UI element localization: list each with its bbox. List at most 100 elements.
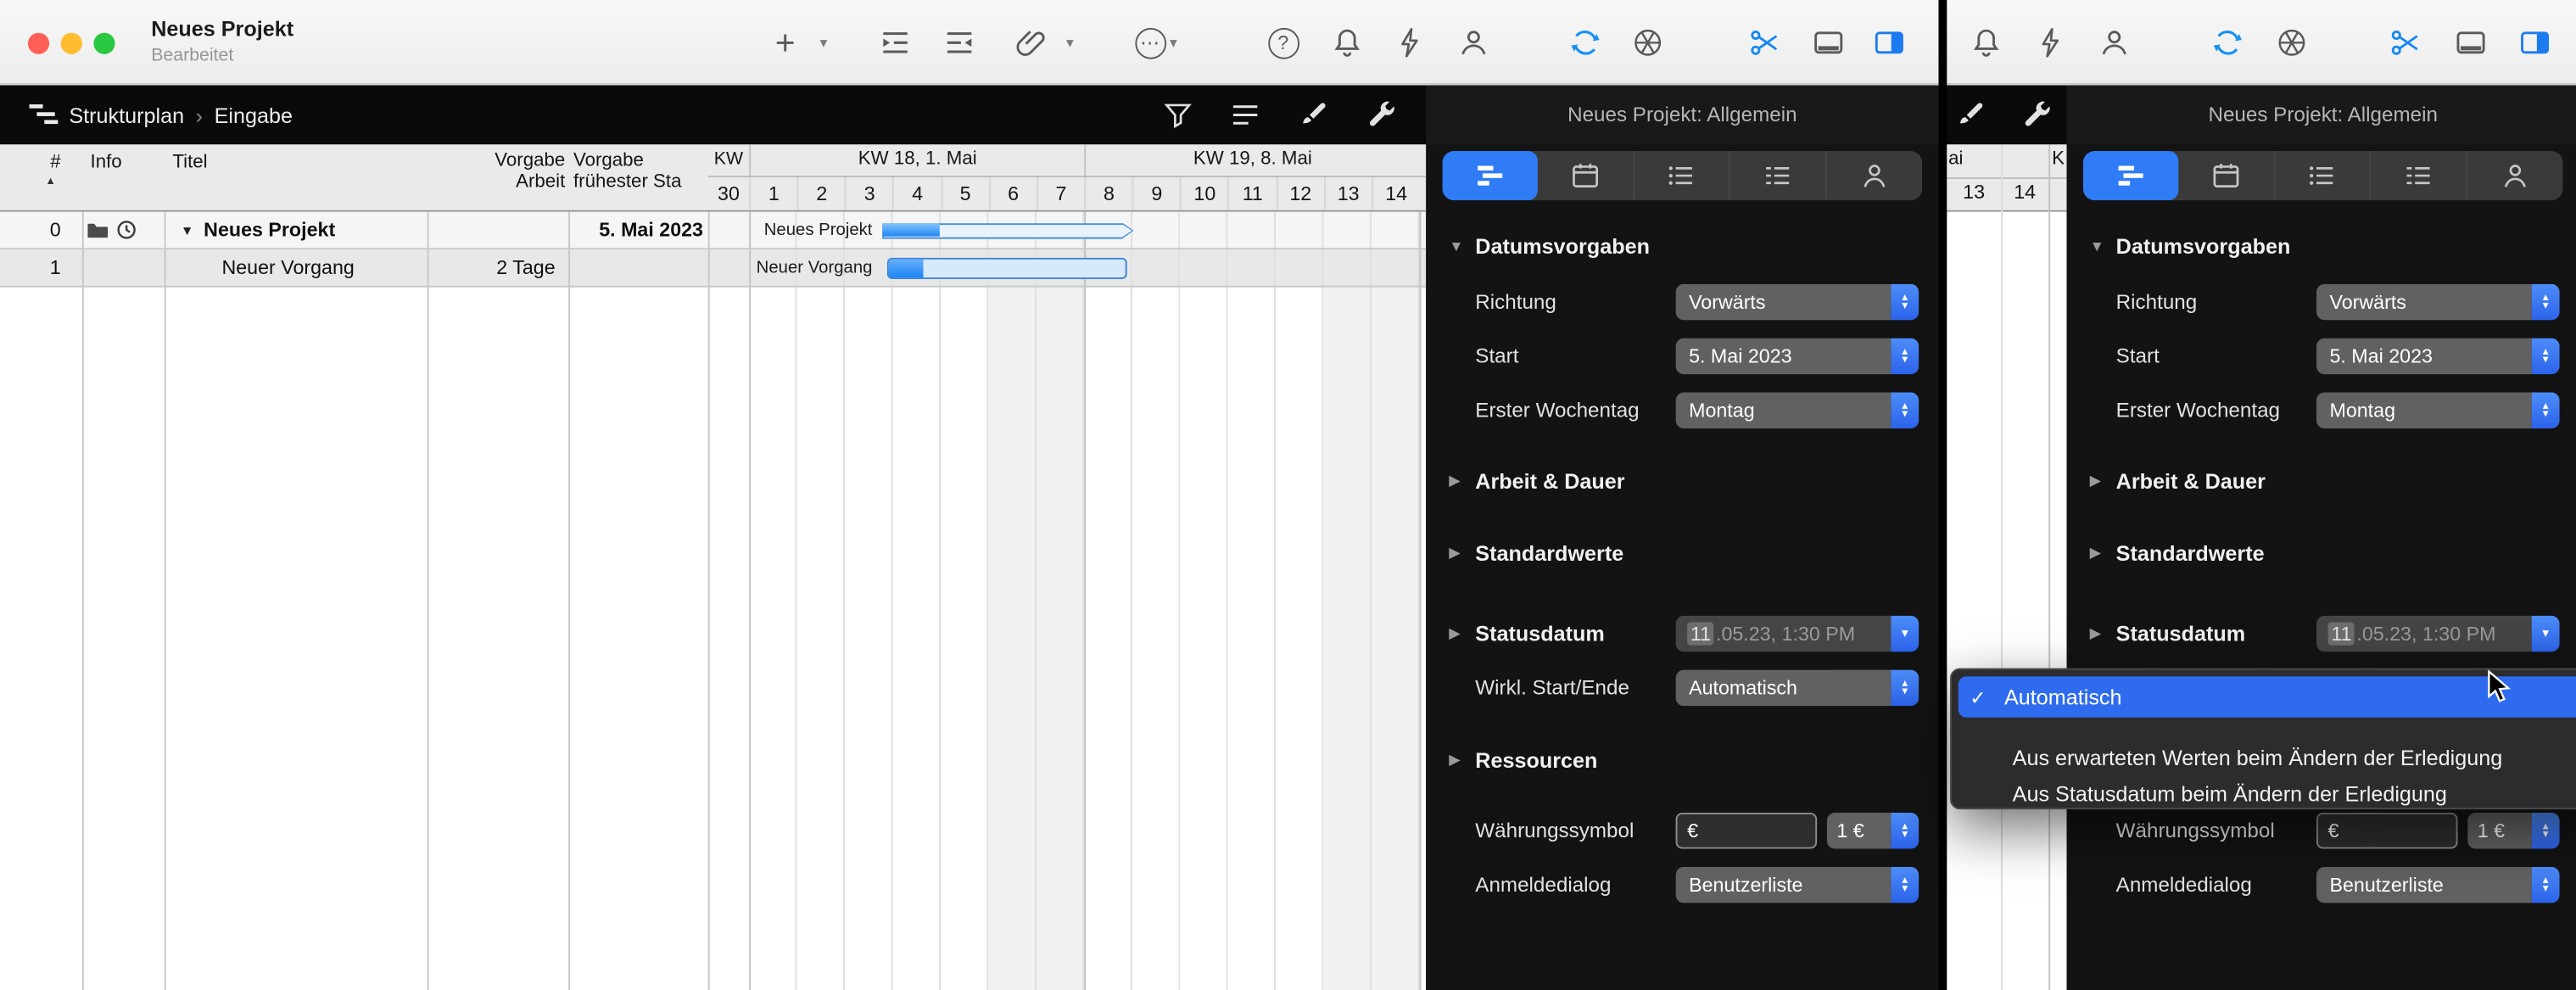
- tab-resources[interactable]: [2467, 151, 2563, 200]
- statusdatum-picker[interactable]: 11.05.23, 1:30 PM ▾: [2316, 616, 2560, 652]
- close-window-button[interactable]: [28, 33, 49, 54]
- section-datumsvorgaben[interactable]: ▼ Datumsvorgaben: [1426, 228, 1938, 265]
- tab-values[interactable]: [2370, 151, 2467, 200]
- tab-gantt-settings[interactable]: [1443, 151, 1538, 200]
- more-actions-button[interactable]: ⋯: [1129, 21, 1171, 64]
- row-number: 1: [0, 249, 82, 288]
- filter-button[interactable]: [1157, 93, 1199, 136]
- currency-stepper[interactable]: 1 € ▴▾: [1827, 813, 1919, 849]
- tab-list[interactable]: [1632, 151, 1729, 200]
- section-standardwerte[interactable]: ▶ Standardwerte: [2067, 535, 2576, 572]
- field-label: Währungssymbol: [1475, 819, 1634, 842]
- section-label: Arbeit & Dauer: [1475, 469, 1624, 494]
- tab-calendar[interactable]: [2178, 151, 2273, 200]
- anmeldedialog-dropdown[interactable]: Benutzerliste ▴▾: [1676, 867, 1919, 903]
- bottombar-toggle-button[interactable]: [2450, 21, 2492, 64]
- richtung-dropdown[interactable]: Vorwärts ▴▾: [1676, 284, 1919, 321]
- bottombar-toggle-button[interactable]: [1808, 21, 1850, 64]
- project-summary-bar[interactable]: [882, 222, 1133, 238]
- section-statusdatum[interactable]: ▶ Statusdatum 11.05.23, 1:30 PM ▾: [1426, 616, 1938, 652]
- user-button[interactable]: [2093, 21, 2136, 64]
- inspector-title: Neues Projekt: Allgemein: [1426, 86, 1938, 145]
- section-ressourcen[interactable]: ▶ Ressourcen: [1426, 742, 1938, 779]
- breadcrumb[interactable]: Strukturplan › Eingabe: [69, 86, 293, 145]
- constraint-start-date: 5. Mai 2023: [568, 212, 703, 250]
- inspector-toggle-button[interactable]: [2513, 21, 2556, 64]
- statusdatum-picker[interactable]: 11.05.23, 1:30 PM ▾: [1676, 616, 1919, 652]
- column-header-start[interactable]: Vorgabefrühester Sta: [568, 144, 707, 211]
- day-header: 2: [797, 177, 845, 210]
- start-dropdown[interactable]: 5. Mai 2023 ▴▾: [2316, 338, 2560, 375]
- task-bar[interactable]: [887, 258, 1127, 279]
- activity-button[interactable]: [1389, 21, 1431, 64]
- tab-resources[interactable]: [1825, 151, 1922, 200]
- anmeldedialog-dropdown[interactable]: Benutzerliste ▴▾: [2316, 867, 2560, 903]
- format-button[interactable]: [1291, 93, 1333, 136]
- wochentag-dropdown[interactable]: Montag ▴▾: [1676, 393, 1919, 429]
- attachment-button[interactable]: [1010, 21, 1053, 64]
- dropdown-arrows-icon: ▴▾: [1891, 867, 1919, 903]
- column-header-titel[interactable]: Titel: [165, 144, 427, 211]
- column-header-arbeit[interactable]: VorgabeArbeit: [427, 144, 566, 211]
- network-button[interactable]: [1626, 21, 1668, 64]
- notifications-button[interactable]: [1964, 21, 2007, 64]
- kw-column-header: KW: [708, 144, 749, 176]
- sync-button[interactable]: [2206, 21, 2249, 64]
- menu-item-selected[interactable]: ✓ Automatisch: [1959, 676, 2576, 717]
- activity-button[interactable]: [2029, 21, 2071, 64]
- cut-button[interactable]: [1743, 21, 1785, 64]
- breadcrumb-page[interactable]: Eingabe: [215, 103, 293, 127]
- settings-button[interactable]: [1361, 93, 1403, 136]
- task-title: Neuer Vorgang: [221, 249, 354, 288]
- section-datumsvorgaben[interactable]: ▼ Datumsvorgaben: [2067, 228, 2576, 265]
- zoom-window-button[interactable]: [93, 33, 115, 54]
- sync-button[interactable]: [1564, 21, 1607, 64]
- day-header: 7: [1037, 177, 1084, 210]
- wirkl-start-ende-dropdown[interactable]: Automatisch ▴▾: [1676, 670, 1919, 707]
- outdent-icon: [942, 25, 978, 61]
- column-header-info[interactable]: Info: [82, 144, 165, 211]
- cut-button[interactable]: [2383, 21, 2426, 64]
- tab-values[interactable]: [1729, 151, 1825, 200]
- question-circle-icon: ?: [1267, 27, 1299, 59]
- help-button[interactable]: ?: [1262, 21, 1305, 64]
- gantt-timeline-header[interactable]: KW KW 18, 1. Mai KW 19, 8. Mai 30 1 2 3 …: [708, 144, 1426, 211]
- tab-list[interactable]: [2273, 151, 2370, 200]
- bell-icon: [1968, 25, 2004, 61]
- collapse-triangle-icon[interactable]: ▼: [181, 212, 193, 250]
- breadcrumb-section[interactable]: Strukturplan: [69, 103, 184, 127]
- add-button[interactable]: +: [764, 21, 807, 64]
- tab-calendar[interactable]: [1538, 151, 1633, 200]
- add-menu-chevron-icon[interactable]: ▾: [819, 35, 827, 53]
- attachment-menu-chevron-icon[interactable]: ▾: [1066, 35, 1074, 53]
- start-dropdown[interactable]: 5. Mai 2023 ▴▾: [1676, 338, 1919, 375]
- menu-item[interactable]: Aus Statusdatum beim Ändern der Erledigu…: [2013, 776, 2447, 813]
- network-button[interactable]: [2271, 21, 2313, 64]
- outdent-button[interactable]: [938, 21, 981, 64]
- section-arbeit-dauer[interactable]: ▶ Arbeit & Dauer: [1426, 463, 1938, 500]
- inspector-toggle-button[interactable]: [1868, 21, 1910, 64]
- currency-input[interactable]: €: [1676, 813, 1818, 849]
- format-button[interactable]: [1948, 93, 1991, 136]
- section-standardwerte[interactable]: ▶ Standardwerte: [1426, 535, 1938, 572]
- user-button[interactable]: [1452, 21, 1495, 64]
- settings-button[interactable]: [2016, 93, 2059, 136]
- currency-input[interactable]: €: [2316, 813, 2458, 849]
- wochentag-dropdown[interactable]: Montag ▴▾: [2316, 393, 2560, 429]
- richtung-dropdown[interactable]: Vorwärts ▴▾: [2316, 284, 2560, 321]
- indent-button[interactable]: [874, 21, 916, 64]
- day-header: 14: [2001, 181, 2048, 204]
- inspector-tab-bar: [2083, 151, 2563, 200]
- section-arbeit-dauer[interactable]: ▶ Arbeit & Dauer: [2067, 463, 2576, 500]
- more-menu-chevron-icon[interactable]: ▾: [1170, 35, 1177, 53]
- outline-level-button[interactable]: [1224, 93, 1266, 136]
- section-statusdatum[interactable]: ▶ Statusdatum 11.05.23, 1:30 PM ▾: [2067, 616, 2576, 652]
- paintbrush-icon: [1952, 97, 1988, 133]
- currency-stepper[interactable]: 1 € ▴▾: [2467, 813, 2559, 849]
- notifications-button[interactable]: [1326, 21, 1368, 64]
- day-header: 1: [749, 177, 796, 210]
- menu-item[interactable]: Aus erwarteten Werten beim Ändern der Er…: [2013, 741, 2503, 777]
- bell-icon: [1329, 25, 1366, 61]
- tab-gantt-settings[interactable]: [2083, 151, 2178, 200]
- minimize-window-button[interactable]: [61, 33, 82, 54]
